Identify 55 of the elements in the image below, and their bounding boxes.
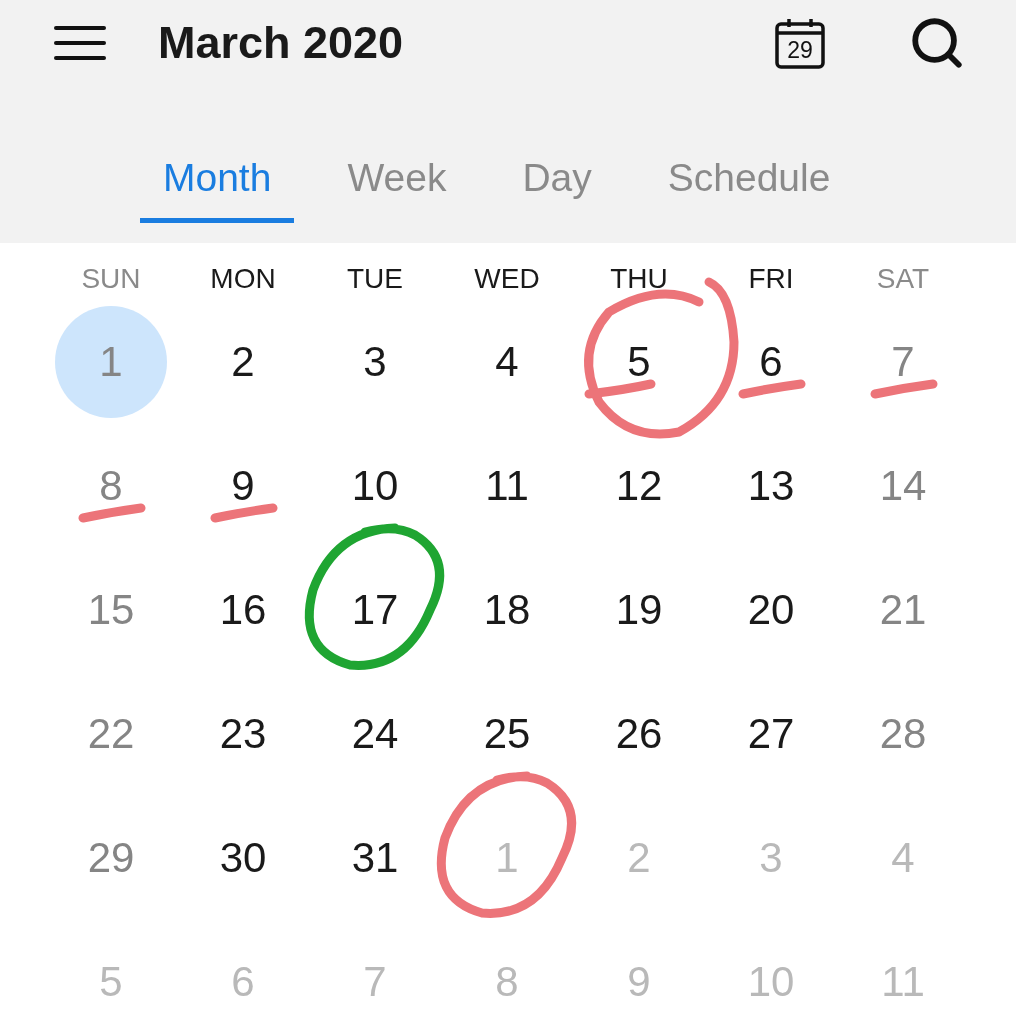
date-cell[interactable]: 12 (583, 430, 695, 542)
date-cell[interactable]: 10 (319, 430, 431, 542)
weekday-label: THU (609, 262, 669, 296)
date-cell[interactable]: 8 (55, 430, 167, 542)
date-cell[interactable]: 4 (451, 306, 563, 418)
date-cell[interactable]: 6 (187, 926, 299, 1024)
date-cell[interactable]: 16 (187, 554, 299, 666)
date-cell[interactable]: 13 (715, 430, 827, 542)
date-cell[interactable]: 20 (715, 554, 827, 666)
weekday-label: SAT (875, 262, 931, 296)
date-cell[interactable]: 27 (715, 678, 827, 790)
date-cell[interactable]: 29 (55, 802, 167, 914)
date-cell[interactable]: 21 (847, 554, 959, 666)
date-cell[interactable]: 25 (451, 678, 563, 790)
date-cell[interactable]: 2 (187, 306, 299, 418)
date-cell[interactable]: 23 (187, 678, 299, 790)
date-cell[interactable]: 1 (55, 306, 167, 418)
date-cell[interactable]: 22 (55, 678, 167, 790)
weekday-label: SUN (80, 262, 142, 296)
date-cell[interactable]: 4 (847, 802, 959, 914)
view-tab[interactable]: Day (499, 156, 615, 223)
date-cell[interactable]: 14 (847, 430, 959, 542)
date-cell[interactable]: 5 (55, 926, 167, 1024)
date-cell[interactable]: 28 (847, 678, 959, 790)
weekday-label: TUE (346, 262, 404, 296)
month-title: March 2020 (158, 16, 405, 69)
menu-button[interactable] (54, 24, 106, 61)
date-cell[interactable]: 11 (847, 926, 959, 1024)
view-tab[interactable]: Week (324, 156, 470, 223)
date-cell[interactable]: 26 (583, 678, 695, 790)
date-cell[interactable]: 3 (715, 802, 827, 914)
date-cell[interactable]: 19 (583, 554, 695, 666)
view-tab[interactable]: Schedule (644, 156, 854, 223)
date-cell[interactable]: 6 (715, 306, 827, 418)
date-cell[interactable]: 17 (319, 554, 431, 666)
date-cell[interactable]: 2 (583, 802, 695, 914)
date-cell[interactable]: 31 (319, 802, 431, 914)
date-cell[interactable]: 9 (187, 430, 299, 542)
weekday-label: WED (473, 262, 541, 296)
date-cell[interactable]: 5 (583, 306, 695, 418)
date-cell[interactable]: 9 (583, 926, 695, 1024)
weekday-label: FRI (747, 262, 795, 296)
date-cell[interactable]: 24 (319, 678, 431, 790)
view-tab[interactable]: Month (140, 156, 295, 223)
date-cell[interactable]: 7 (319, 926, 431, 1024)
weekday-label: MON (209, 262, 277, 296)
date-cell[interactable]: 1 (451, 802, 563, 914)
date-cell[interactable]: 7 (847, 306, 959, 418)
date-cell[interactable]: 15 (55, 554, 167, 666)
date-cell[interactable]: 3 (319, 306, 431, 418)
date-cell[interactable]: 11 (451, 430, 563, 542)
date-cell[interactable]: 30 (187, 802, 299, 914)
date-cell[interactable]: 8 (451, 926, 563, 1024)
date-cell[interactable]: 18 (451, 554, 563, 666)
date-cell[interactable]: 10 (715, 926, 827, 1024)
